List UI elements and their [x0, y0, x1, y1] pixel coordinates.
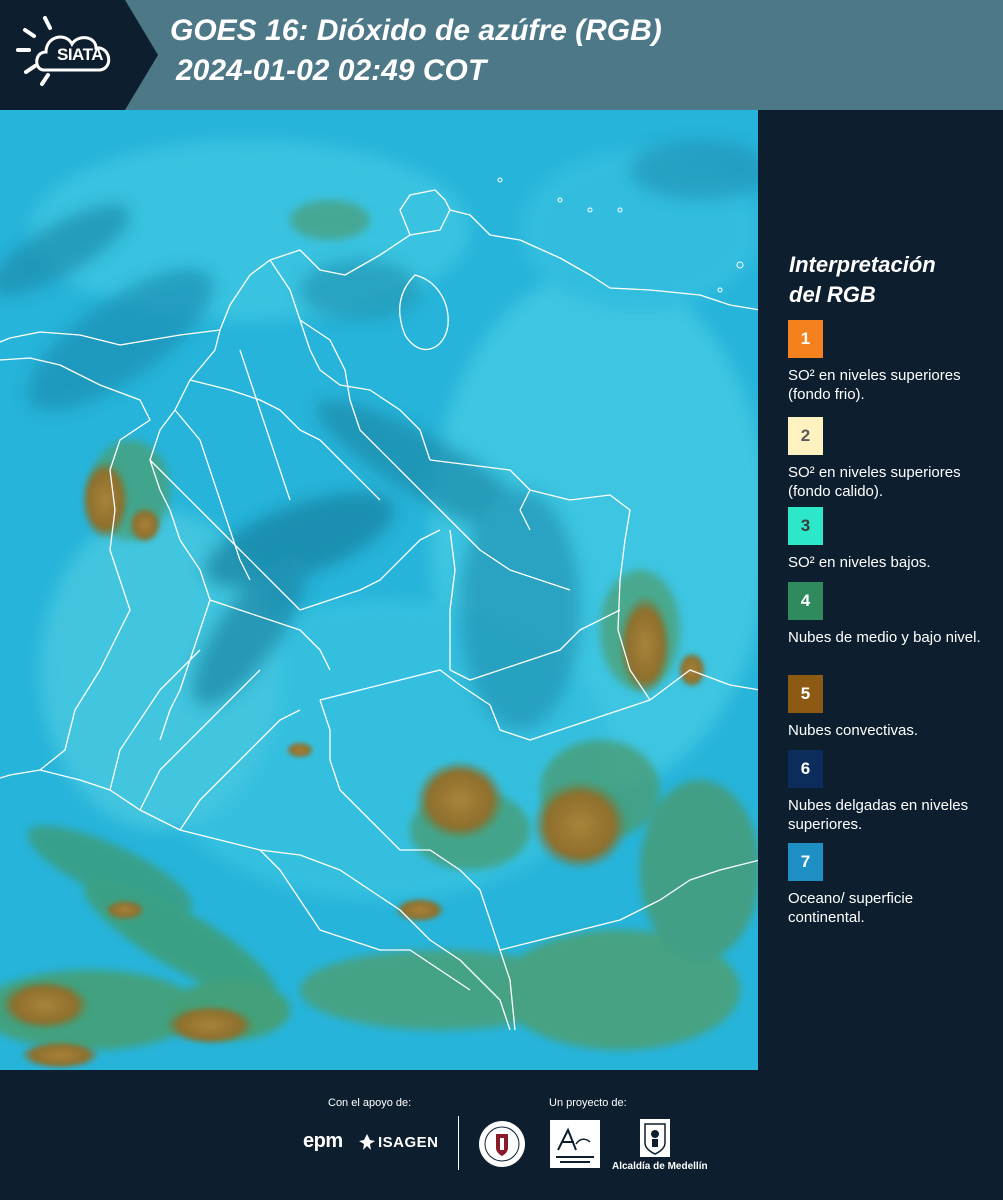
timestamp: 2024-01-02 02:49 COT [176, 54, 487, 87]
legend-description-3: SO² en niveles bajos. [788, 554, 931, 571]
legend-swatch-7: 7 [788, 843, 823, 881]
siata-logo: SIATA [0, 0, 160, 110]
epm-logo: epm [303, 1130, 343, 1152]
legend-swatch-6: 6 [788, 750, 823, 788]
isagen-logo: ISAGEN [378, 1134, 439, 1151]
logo-text: SIATA [57, 45, 103, 64]
legend-swatch-5: 5 [788, 675, 823, 713]
legend-title-line1: Interpretación [789, 252, 936, 277]
alcaldia-label: Alcaldía de Medellín [612, 1161, 708, 1172]
legend-title-line2: del RGB [789, 282, 876, 307]
legend-description-7: Oceano/ superficie continental. [788, 890, 914, 926]
legend-swatch-4: 4 [788, 582, 823, 620]
alcaldia-shield-icon [640, 1119, 670, 1157]
isagen-mark-icon [359, 1134, 375, 1150]
footer-divider [458, 1116, 459, 1170]
legend-title: Interpretación del RGB [789, 250, 989, 310]
legend-description-2: SO² en niveles superiores (fondo calido)… [788, 464, 961, 500]
support-label: Con el apoyo de: [328, 1097, 412, 1109]
project-label: Un proyecto de: [549, 1097, 627, 1109]
legend-swatch-2: 2 [788, 417, 823, 455]
legend-panel: Interpretación del RGB 1 SO² en niveles … [760, 110, 1003, 1070]
legend-description-1: SO² en niveles superiores (fondo frio). [788, 367, 961, 403]
header-bar: SIATA GOES 16: Dióxido de azúfre (RGB) 2… [0, 0, 1003, 110]
area-metropolitana-logo [550, 1120, 600, 1168]
legend-swatch-3: 3 [788, 507, 823, 545]
footer: Con el apoyo de: Un proyecto de: epm ISA… [0, 1070, 1003, 1200]
page-title: GOES 16: Dióxido de azúfre (RGB) [170, 14, 662, 47]
legend-swatch-1: 1 [788, 320, 823, 358]
medellin-seal-icon [479, 1121, 525, 1167]
legend-description-6: Nubes delgadas en niveles superiores. [788, 797, 969, 833]
legend-description-4: Nubes de medio y bajo nivel. [788, 629, 981, 646]
satellite-map [0, 110, 760, 1070]
legend-description-5: Nubes convectivas. [788, 722, 919, 739]
